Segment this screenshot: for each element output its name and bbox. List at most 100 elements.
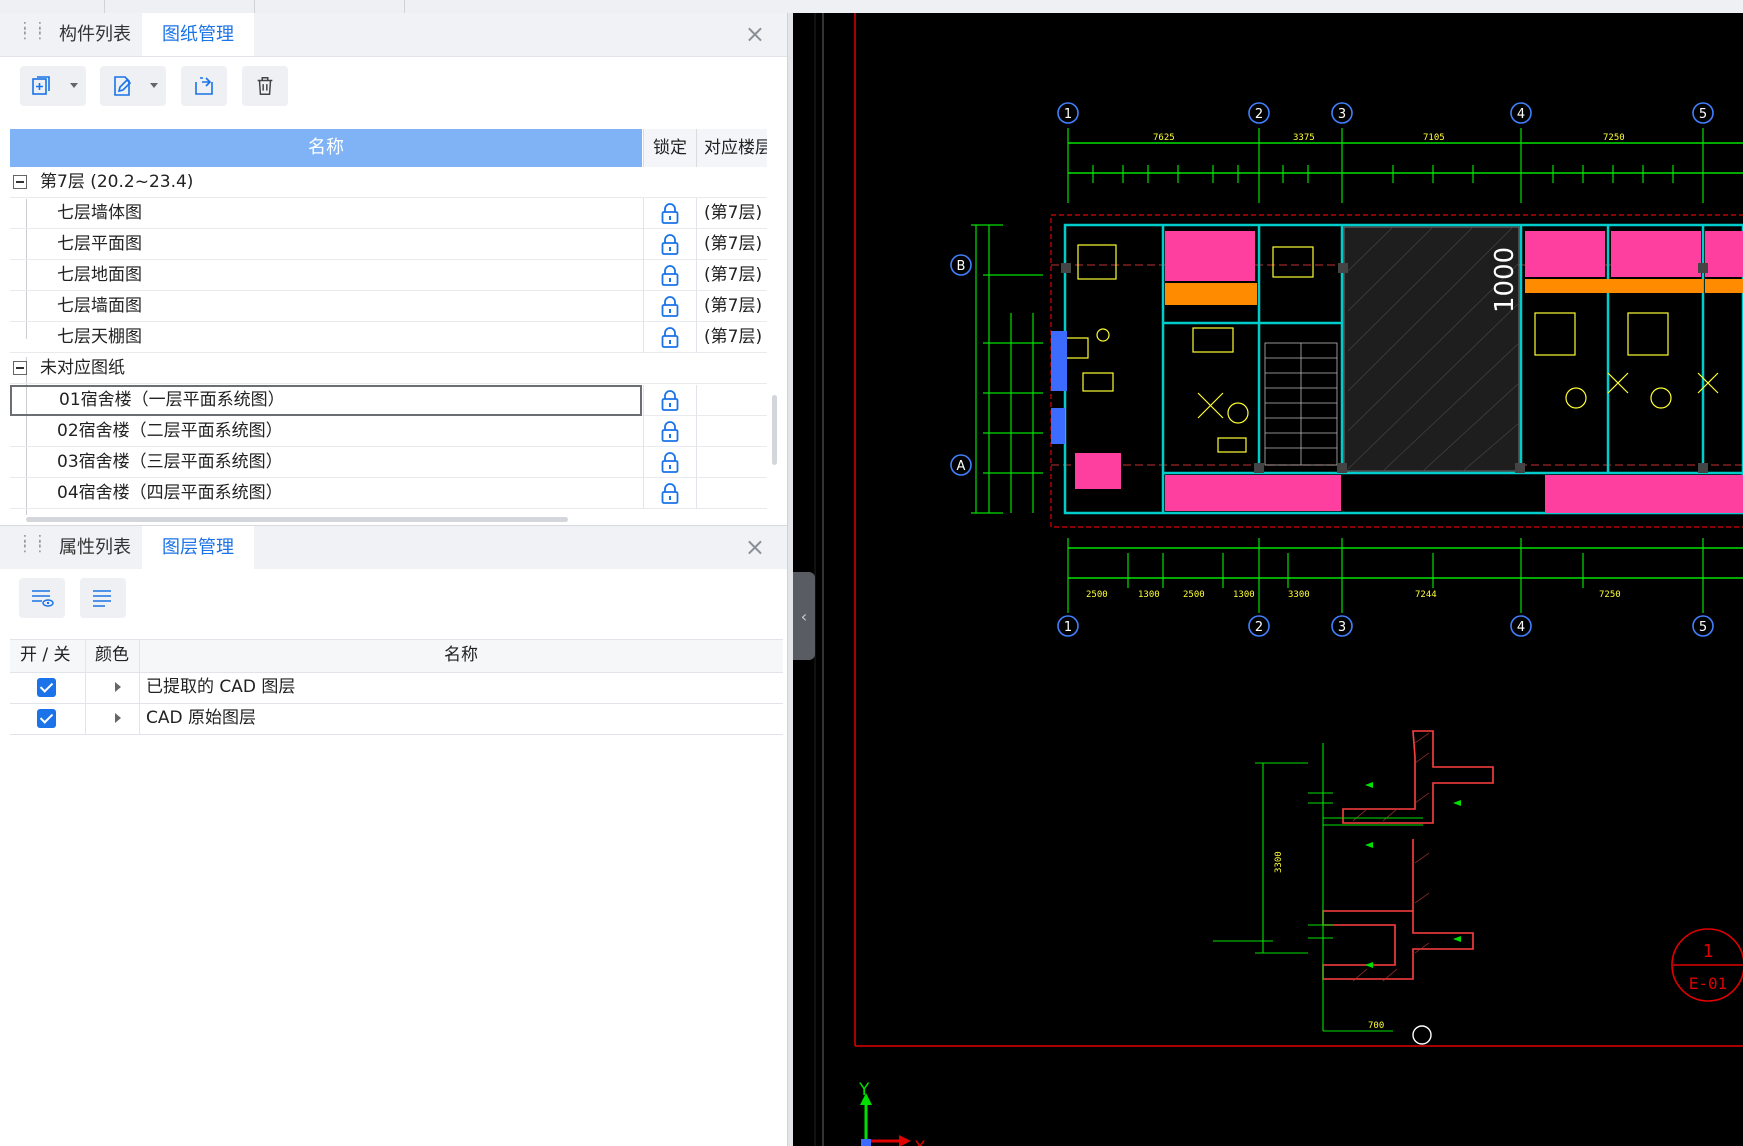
drawing-name: 02宿舍楼（二层平面系统图） xyxy=(57,421,283,441)
edit-drawing-button[interactable] xyxy=(100,66,166,106)
unlock-icon[interactable] xyxy=(643,322,695,353)
drawing-floor xyxy=(696,478,767,509)
tab-property-list[interactable]: 属性列表 xyxy=(39,526,151,569)
edit-drawing-icon xyxy=(114,76,132,96)
drawing-row[interactable]: 02宿舍楼（二层平面系统图） xyxy=(10,416,767,447)
cad-canvas[interactable]: 7625 3375 7105 7250 1 2 3 4 5 B A 1000 2… xyxy=(793,13,1743,1146)
drawing-row[interactable]: 七层墙面图 (第7层) xyxy=(10,291,767,322)
drawing-row-selected[interactable]: 01宿舍楼（一层平面系统图） xyxy=(10,385,767,416)
dim-label: 7625 xyxy=(1153,133,1175,143)
tab-layer-management[interactable]: 图层管理 xyxy=(142,526,254,569)
column-header-floor[interactable]: 对应楼层 xyxy=(696,129,767,167)
unlock-icon[interactable] xyxy=(643,198,695,229)
axis-label: 1 xyxy=(1064,620,1072,635)
section-mark-sheet: E-01 xyxy=(1689,974,1728,993)
axis-label: 5 xyxy=(1699,107,1707,122)
detail-dimension: 700 xyxy=(1368,1021,1384,1031)
layer-show-button[interactable] xyxy=(19,578,65,618)
vertical-scrollbar[interactable] xyxy=(772,395,777,465)
drawing-name: 七层天棚图 xyxy=(57,327,142,347)
drawing-floor xyxy=(696,447,767,478)
expand-arrow-icon[interactable] xyxy=(115,713,121,723)
drawing-row[interactable]: 04宿舍楼（四层平面系统图） xyxy=(10,478,767,509)
dim-label: 3300 xyxy=(1288,590,1310,600)
drawing-name: 七层地面图 xyxy=(57,265,142,285)
layer-stack-icon xyxy=(93,590,111,607)
drawing-floor: (第7层) xyxy=(696,229,767,260)
unlock-icon[interactable] xyxy=(643,447,695,478)
top-tab-segment[interactable] xyxy=(104,0,255,13)
axis-label: 2 xyxy=(1255,620,1263,635)
detail-dimension: 3300 xyxy=(1274,851,1284,873)
layer-toolbar xyxy=(0,569,787,629)
unlock-icon[interactable] xyxy=(643,385,695,416)
chevron-down-icon[interactable] xyxy=(70,83,78,88)
drawing-row[interactable]: 七层平面图 (第7层) xyxy=(10,229,767,260)
drag-grip-icon[interactable]: ⋮⋮ ⋮⋮ xyxy=(18,534,47,558)
drawing-name: 03宿舍楼（三层平面系统图） xyxy=(57,452,283,472)
column-header-lock[interactable]: 锁定 xyxy=(643,129,696,167)
drawing-floor: (第7层) xyxy=(696,260,767,291)
axis-label: 3 xyxy=(1338,620,1346,635)
ucs-y-label: Y xyxy=(858,1080,870,1100)
axis-label: 4 xyxy=(1517,620,1525,635)
column-header-toggle[interactable]: 开 / 关 xyxy=(20,640,71,671)
expand-arrow-icon[interactable] xyxy=(115,682,121,692)
trash-icon xyxy=(257,77,273,95)
collapse-panel-button[interactable]: ‹ xyxy=(793,572,815,660)
layer-row[interactable]: CAD 原始图层 xyxy=(10,703,783,735)
tree-group-row[interactable]: 第7层 (20.2~23.4) xyxy=(10,167,767,198)
layer-toggle-checkbox[interactable] xyxy=(37,678,56,697)
tab-component-list[interactable]: 构件列表 xyxy=(39,13,151,56)
unlock-icon[interactable] xyxy=(643,478,695,509)
drawing-row[interactable]: 七层墙体图 (第7层) xyxy=(10,198,767,229)
dim-label: 7250 xyxy=(1603,133,1625,143)
drawing-name: 七层平面图 xyxy=(57,234,142,254)
export-drawing-icon xyxy=(195,77,213,95)
unlock-icon[interactable] xyxy=(643,291,695,322)
layer-row[interactable]: 已提取的 CAD 图层 xyxy=(10,672,783,704)
layer-name: 已提取的 CAD 图层 xyxy=(146,677,296,697)
section-mark-number: 1 xyxy=(1703,941,1714,962)
layer-name: CAD 原始图层 xyxy=(146,708,256,728)
drawing-name: 04宿舍楼（四层平面系统图） xyxy=(57,483,283,503)
close-icon[interactable]: × xyxy=(745,534,765,560)
drawing-row[interactable]: 七层地面图 (第7层) xyxy=(10,260,767,291)
layer-filter-button[interactable] xyxy=(80,578,126,618)
dim-label: 2500 xyxy=(1183,590,1205,600)
tree-group-row[interactable]: 未对应图纸 xyxy=(10,353,767,384)
drawing-floor xyxy=(696,385,767,416)
dim-label: 7105 xyxy=(1423,133,1445,143)
column-header-color[interactable]: 颜色 xyxy=(95,640,129,671)
top-tab-segment[interactable] xyxy=(254,0,405,13)
chevron-down-icon[interactable] xyxy=(150,83,158,88)
unlock-icon[interactable] xyxy=(643,260,695,291)
column-header-name[interactable]: 名称 xyxy=(444,640,478,671)
close-icon[interactable]: × xyxy=(745,21,765,47)
unlock-icon[interactable] xyxy=(643,229,695,260)
unlock-icon[interactable] xyxy=(643,416,695,447)
column-header-name[interactable]: 名称 xyxy=(10,129,642,167)
drawing-floor: (第7层) xyxy=(696,322,767,353)
drawing-toolbar xyxy=(0,57,787,117)
layer-toggle-checkbox[interactable] xyxy=(37,709,56,728)
dim-label: 2500 xyxy=(1086,590,1108,600)
axis-label: 2 xyxy=(1255,107,1263,122)
drawing-table: 名称 锁定 对应楼层 第7层 (20.2~23.4) 七层墙体图 (第7层) 七… xyxy=(10,129,767,515)
drag-grip-icon[interactable]: ⋮⋮ ⋮⋮ xyxy=(18,21,47,45)
drawing-row[interactable]: 七层天棚图 (第7层) xyxy=(10,322,767,353)
ucs-x-label: X xyxy=(914,1138,926,1146)
horizontal-scrollbar[interactable] xyxy=(26,517,568,522)
tab-drawing-management[interactable]: 图纸管理 xyxy=(142,13,254,56)
top-tab-segment[interactable] xyxy=(0,0,105,13)
axis-label: 4 xyxy=(1517,107,1525,122)
delete-drawing-button[interactable] xyxy=(242,66,288,106)
dim-label: 7250 xyxy=(1599,590,1621,600)
axis-label: 5 xyxy=(1699,620,1707,635)
dim-label: 3375 xyxy=(1293,133,1315,143)
export-drawing-button[interactable] xyxy=(181,66,227,106)
group-label: 未对应图纸 xyxy=(40,358,125,378)
drawing-row[interactable]: 03宿舍楼（三层平面系统图） xyxy=(10,447,767,478)
axis-label: 3 xyxy=(1338,107,1346,122)
add-drawing-button[interactable] xyxy=(20,66,86,106)
